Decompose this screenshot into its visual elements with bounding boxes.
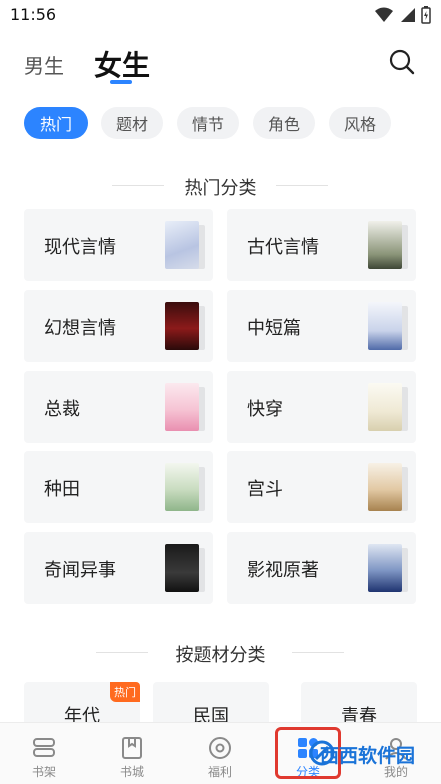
- nav-label: 书架: [31, 765, 56, 779]
- category-card-farming[interactable]: 种田: [24, 451, 213, 523]
- status-bar: 11:56: [0, 0, 441, 30]
- nav-label: 福利: [207, 765, 232, 779]
- category-label: 影视原著: [247, 560, 319, 581]
- target-icon: [209, 737, 231, 759]
- category-card-fantasy-romance[interactable]: 幻想言情: [24, 290, 213, 362]
- category-label: 古代言情: [247, 237, 319, 258]
- category-card-ancient-romance[interactable]: 古代言情: [227, 209, 416, 281]
- tab-male[interactable]: 男生: [24, 50, 64, 79]
- nav-bookshelf[interactable]: 书架: [14, 731, 74, 781]
- search-icon[interactable]: [388, 48, 416, 76]
- category-card-strange-tales[interactable]: 奇闻异事: [24, 532, 213, 604]
- category-label: 总裁: [44, 399, 80, 420]
- section-divider: [276, 185, 328, 186]
- watermark-text: 西西软件园: [320, 745, 416, 767]
- battery-icon: [421, 6, 431, 24]
- nav-bookstore[interactable]: 书城: [102, 731, 162, 781]
- nav-label: 书城: [119, 765, 144, 779]
- nav-welfare[interactable]: 福利: [190, 731, 250, 781]
- book-cover-image: [165, 383, 199, 431]
- category-card-ceo[interactable]: 总裁: [24, 371, 213, 443]
- tab-active-indicator: [110, 80, 132, 84]
- category-card-palace-intrigue[interactable]: 宫斗: [227, 451, 416, 523]
- category-card-film-adaptation[interactable]: 影视原著: [227, 532, 416, 604]
- category-label: 宫斗: [247, 479, 283, 500]
- category-label: 奇闻异事: [44, 560, 116, 581]
- hot-badge: 热门: [110, 682, 140, 702]
- filter-chip-style[interactable]: 风格: [329, 107, 391, 139]
- filter-chip-plot[interactable]: 情节: [177, 107, 239, 139]
- book-cover-image: [165, 463, 199, 511]
- section-title-theme: 按题材分类: [175, 645, 266, 666]
- filter-chip-role[interactable]: 角色: [253, 107, 315, 139]
- category-card-short-story[interactable]: 中短篇: [227, 290, 416, 362]
- book-cover-image: [165, 544, 199, 592]
- category-label: 幻想言情: [44, 318, 116, 339]
- status-time: 11:56: [10, 5, 57, 24]
- tab-female[interactable]: 女生: [94, 44, 150, 84]
- category-card-quick-transmigration[interactable]: 快穿: [227, 371, 416, 443]
- book-cover-image: [368, 302, 402, 350]
- status-icons: [375, 6, 431, 24]
- bookshelf-icon: [33, 738, 55, 757]
- book-cover-image: [368, 544, 402, 592]
- section-title-hot: 热门分类: [184, 178, 257, 199]
- signal-icon: [401, 8, 415, 22]
- book-cover-image: [165, 302, 199, 350]
- book-icon: [122, 737, 142, 759]
- wifi-icon: [375, 7, 393, 22]
- category-label: 种田: [44, 479, 80, 500]
- book-cover-image: [368, 383, 402, 431]
- book-cover-image: [368, 463, 402, 511]
- category-label: 现代言情: [44, 237, 116, 258]
- filter-chip-hot[interactable]: 热门: [24, 107, 88, 139]
- book-cover-image: [165, 221, 199, 269]
- filter-chip-theme[interactable]: 题材: [101, 107, 163, 139]
- category-label: 快穿: [247, 399, 283, 420]
- category-card-modern-romance[interactable]: 现代言情: [24, 209, 213, 281]
- category-label: 中短篇: [247, 318, 301, 339]
- section-divider: [292, 652, 344, 653]
- book-cover-image: [368, 221, 402, 269]
